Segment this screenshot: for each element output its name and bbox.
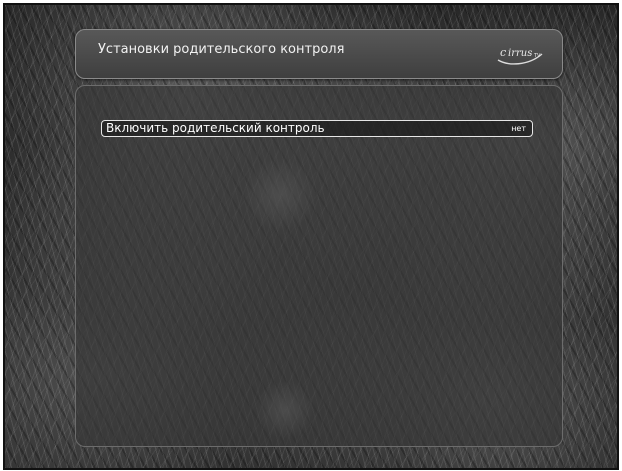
parental-control-toggle[interactable]: Включить родительский контроль нет xyxy=(101,120,533,137)
header-panel: Установки родительского контроля c irrus… xyxy=(75,29,563,79)
svg-text:c: c xyxy=(500,46,506,59)
settings-panel: Включить родительский контроль нет xyxy=(75,85,563,447)
page-title: Установки родительского контроля xyxy=(98,42,345,57)
option-value: нет xyxy=(511,124,526,133)
cirrus-logo-icon: c irrus TV xyxy=(494,40,544,68)
tv-screen: Установки родительского контроля c irrus… xyxy=(3,3,619,470)
svg-text:TV: TV xyxy=(533,53,541,59)
svg-text:irrus: irrus xyxy=(508,48,532,59)
option-label: Включить родительский контроль xyxy=(106,121,325,135)
